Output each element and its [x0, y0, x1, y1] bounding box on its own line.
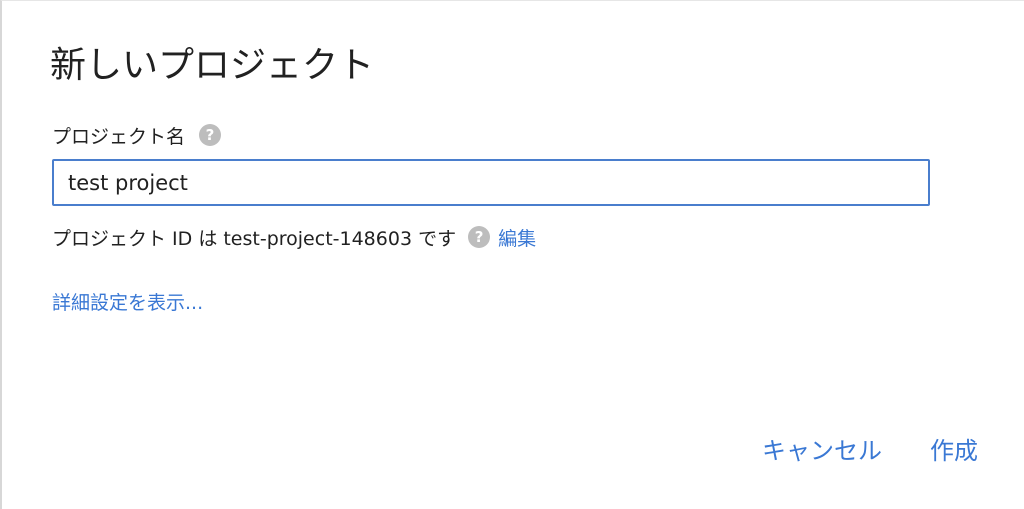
create-button[interactable]: 作成	[930, 431, 978, 466]
project-name-label-row: プロジェクト名 ?	[52, 121, 222, 149]
edit-project-id-link[interactable]: 編集	[498, 224, 536, 251]
help-icon[interactable]: ?	[199, 124, 222, 146]
cancel-button[interactable]: キャンセル	[762, 431, 882, 466]
project-id-row: プロジェクト ID は test-project-148603 です ? 編集	[52, 222, 536, 252]
dialog-title: 新しいプロジェクト	[50, 45, 375, 86]
project-id-help-icon[interactable]: ?	[468, 226, 491, 248]
project-name-label: プロジェクト名	[52, 125, 186, 148]
project-name-input[interactable]	[52, 159, 930, 206]
show-advanced-settings-link[interactable]: 詳細設定を表示...	[52, 288, 203, 315]
new-project-dialog: 新しいプロジェクト プロジェクト名 ? プロジェクト ID は test-pro…	[0, 0, 1024, 509]
dialog-actions: キャンセル 作成	[762, 431, 978, 466]
project-id-text: プロジェクト ID は test-project-148603 です	[52, 227, 457, 250]
